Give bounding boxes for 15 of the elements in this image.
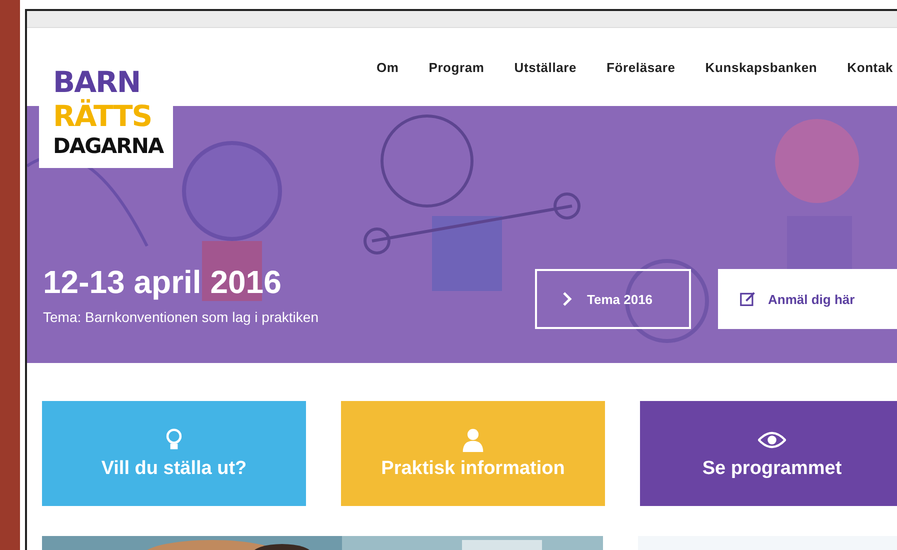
logo-text: RÄTTS xyxy=(53,98,153,132)
nav-link[interactable]: Kunskapsbanken xyxy=(705,60,818,74)
edit-icon xyxy=(740,291,756,307)
event-date: 12-13 april 2016 xyxy=(43,264,282,301)
event-theme: Tema: Barnkonventionen som lag i praktiken xyxy=(43,309,318,325)
nav-link[interactable]: Utställare xyxy=(514,60,577,74)
logo-text: DAGARNA xyxy=(53,132,165,158)
nav-link[interactable]: Program xyxy=(428,60,484,74)
logo-text: BARN xyxy=(53,64,142,98)
nav-link[interactable]: Om xyxy=(376,60,399,74)
register-button[interactable]: Anmäl dig här xyxy=(718,269,897,329)
nav-link[interactable]: Kontak xyxy=(847,60,893,74)
feature-tile[interactable]: Se programmet xyxy=(640,401,897,506)
theme-button[interactable]: Tema 2016 xyxy=(535,269,691,329)
nav-link[interactable]: Föreläsare xyxy=(606,60,676,74)
